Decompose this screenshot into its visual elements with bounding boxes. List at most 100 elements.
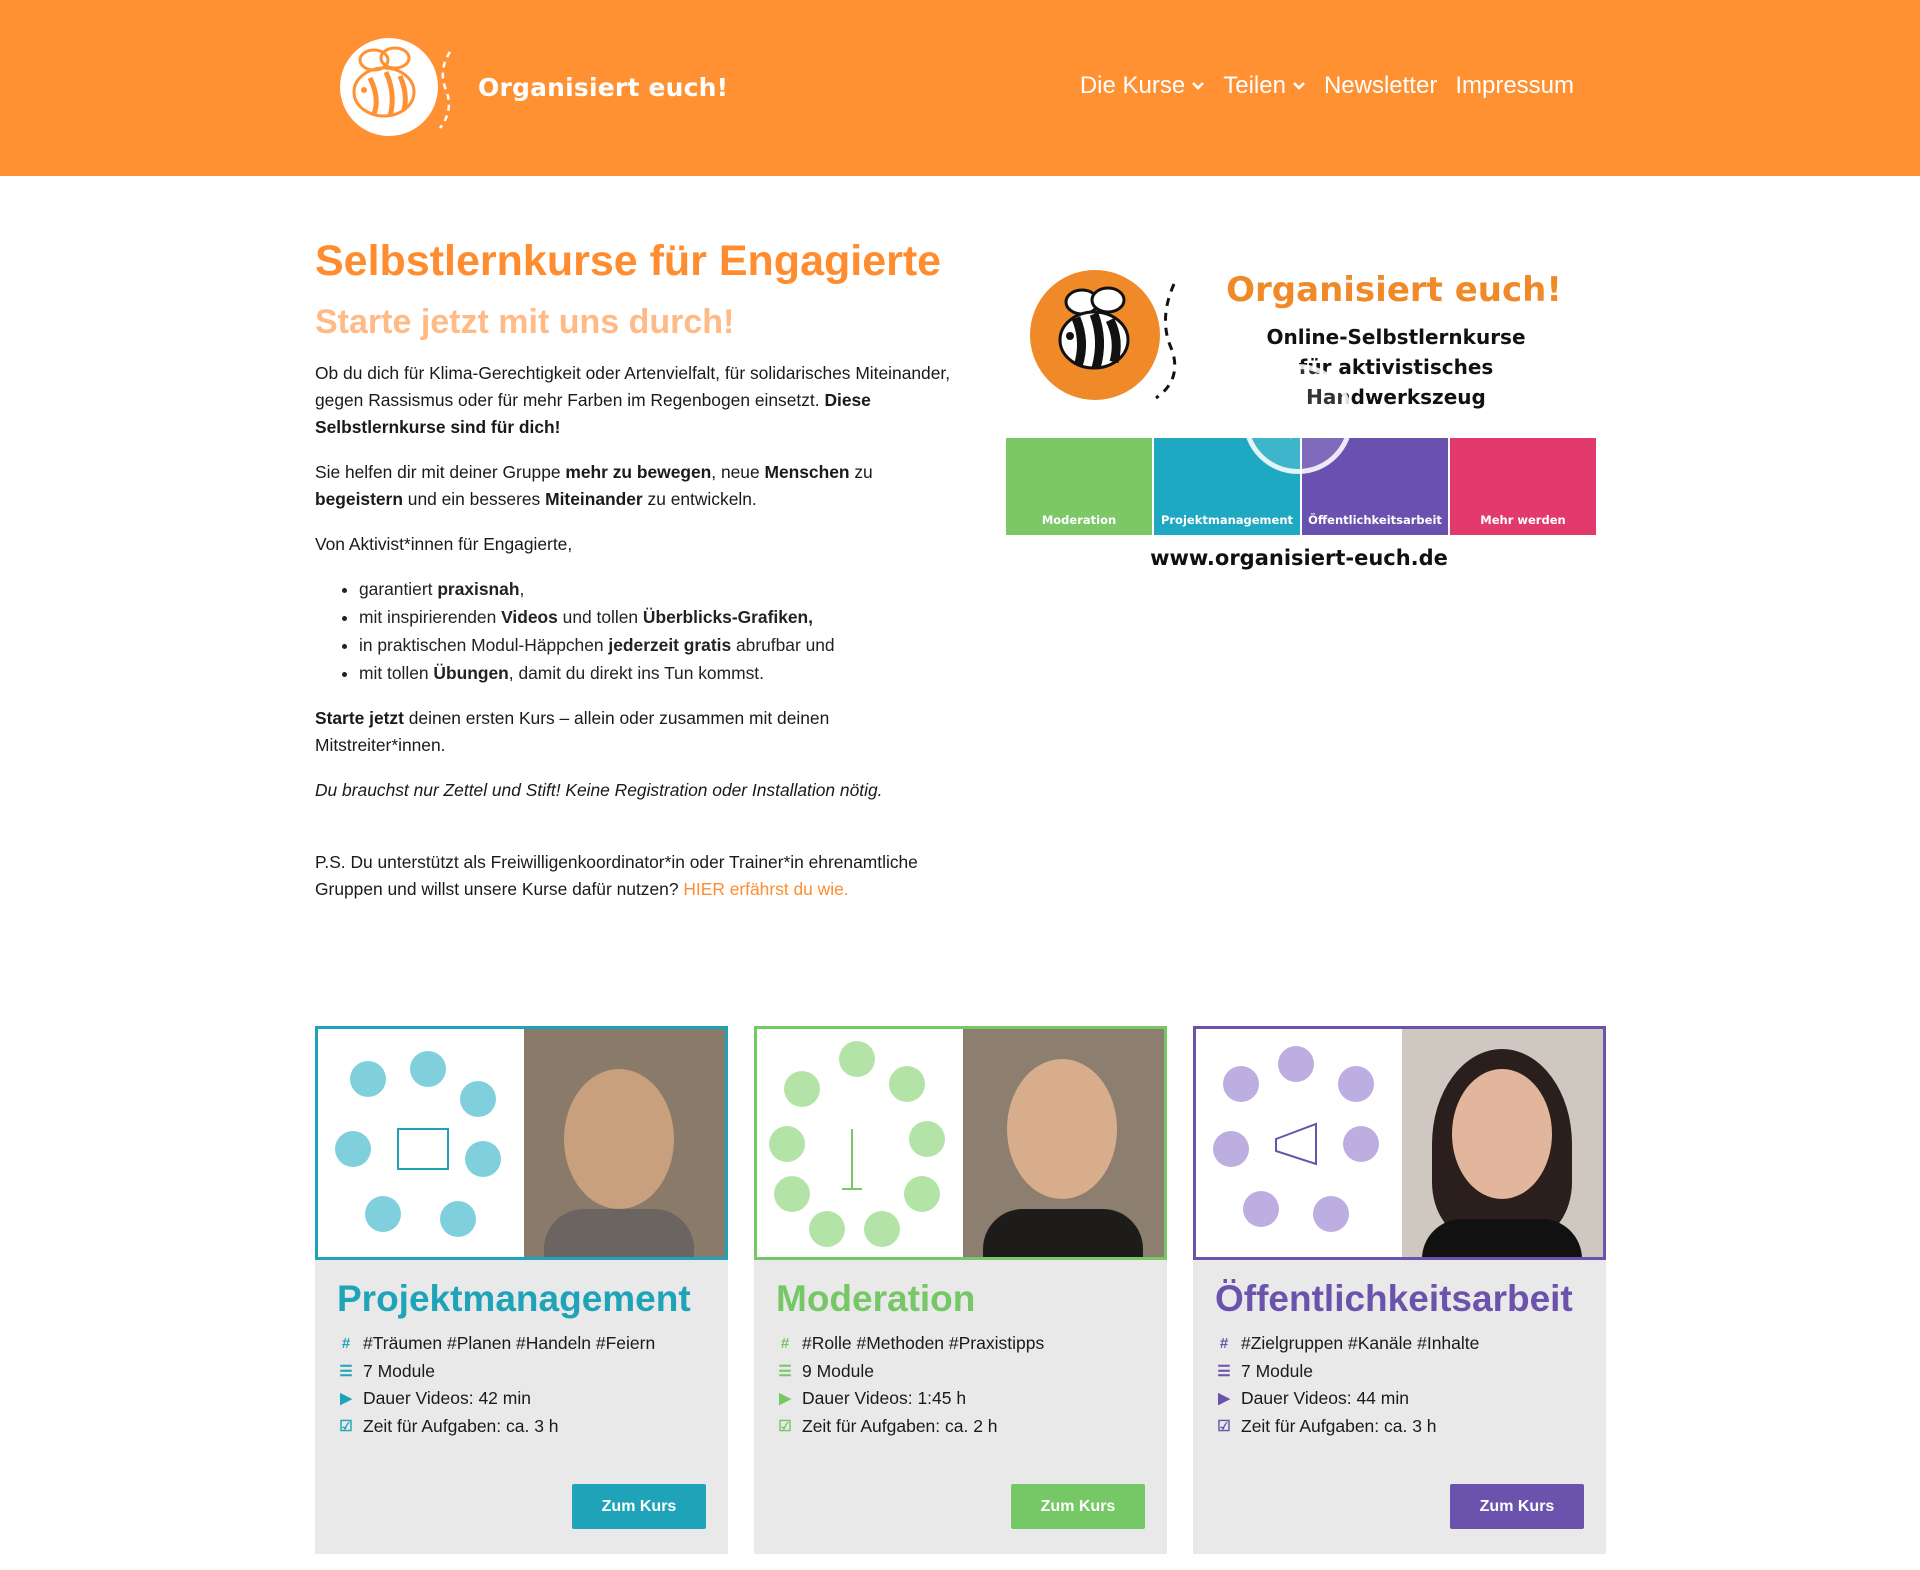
video-url: www.organisiert-euch.de [1150, 546, 1448, 570]
text: abrufbar und [731, 635, 835, 655]
text: Dauer Videos: 42 min [363, 1388, 531, 1408]
zum-kurs-button[interactable]: Zum Kurs [1450, 1484, 1584, 1529]
tile-label: Mehr werden [1480, 513, 1566, 527]
play-button-icon[interactable] [1243, 364, 1353, 474]
nav-teilen[interactable]: Teilen [1223, 72, 1306, 100]
text: zu entwickeln. [642, 489, 757, 509]
list-item: in praktischen Modul-Häppchen jederzeit … [359, 631, 955, 659]
course-meta: # #Zielgruppen #Kanäle #Inhalte ☰ 7 Module… [1217, 1330, 1479, 1440]
bee-logo-icon [340, 38, 438, 136]
meta-modules: ☰ 7 Module [339, 1358, 655, 1386]
intro-paragraph-2: Sie helfen dir mit deiner Gruppe mehr zu… [315, 459, 955, 513]
course-meta: # #Träumen #Planen #Handeln #Feiern ☰ 7 Mo… [339, 1330, 655, 1440]
intro-video[interactable]: Organisiert euch! Online-Selbstlernkurse… [1006, 260, 1596, 580]
meta-modules: ☰ 7 Module [1217, 1358, 1479, 1386]
text: #Träumen #Planen #Handeln #Feiern [363, 1333, 656, 1353]
meta-tasks: ☑ Zeit für Aufgaben: ca. 3 h [339, 1413, 655, 1441]
meta-videos: ▶ Dauer Videos: 1:45 h [778, 1385, 1044, 1413]
text: #Zielgruppen #Kanäle #Inhalte [1241, 1333, 1480, 1353]
text: mit inspirierenden [359, 607, 502, 627]
meta-tags: # #Rolle #Methoden #Praxistipps [778, 1330, 1044, 1358]
course-title: Projektmanagement [337, 1278, 691, 1319]
text: #Rolle #Methoden #Praxistipps [802, 1333, 1045, 1353]
intro-paragraph-ps: P.S. Du unterstützt als Freiwilligenkoor… [315, 849, 955, 903]
zum-kurs-button[interactable]: Zum Kurs [1011, 1484, 1145, 1529]
checklist-icon: ☑ [1217, 1417, 1231, 1435]
tile-label: Moderation [1041, 513, 1117, 527]
text: und tollen [557, 607, 643, 627]
page-subtitle: Starte jetzt mit uns durch! [315, 303, 735, 341]
meta-videos: ▶ Dauer Videos: 44 min [1217, 1385, 1479, 1413]
meta-modules: ☰ 9 Module [778, 1358, 1044, 1386]
emphasis: Videos [501, 607, 558, 627]
play-icon: ▶ [779, 1390, 791, 1407]
text: , damit du direkt ins Tun kommst. [508, 663, 764, 683]
text: , [519, 579, 525, 599]
emphasis: praxisnah [437, 579, 520, 599]
course-overview-graphic [757, 1029, 963, 1257]
text: 7 Module [1241, 1360, 1313, 1381]
course-card-projektmanagement: Projektmanagement # #Träumen #Planen #Han… [315, 1026, 728, 1554]
emphasis: begeistern [315, 489, 403, 509]
emphasis: Menschen [764, 462, 850, 482]
video-title: Organisiert euch! [1226, 270, 1562, 310]
course-image [315, 1026, 728, 1260]
checklist-icon: ☑ [778, 1417, 792, 1435]
main-nav: Die Kurse Teilen Newsletter Impressum [1080, 72, 1574, 100]
nav-newsletter[interactable]: Newsletter [1324, 72, 1437, 100]
nav-label: Newsletter [1323, 72, 1438, 99]
text: 7 Module [363, 1360, 435, 1381]
text: 9 Module [802, 1360, 874, 1381]
chevron-down-icon [1293, 82, 1305, 90]
zum-kurs-button[interactable]: Zum Kurs [572, 1484, 706, 1529]
text: garantiert [359, 579, 438, 599]
course-card-oeffentlichkeitsarbeit: Öffentlichkeitsarbeit # #Zielgruppen #Kan… [1193, 1026, 1606, 1554]
text: in praktischen Modul-Häppchen [359, 635, 609, 655]
course-image [754, 1026, 1167, 1260]
video-subtitle-line: Online-Selbstlernkurse [1266, 325, 1526, 349]
text: Zeit für Aufgaben: ca. 2 h [802, 1415, 998, 1436]
tile-moderation: Moderation [1006, 438, 1152, 535]
course-overview-graphic [1196, 1029, 1402, 1257]
instructor-photo [1402, 1029, 1603, 1257]
hier-link[interactable]: HIER erfährst du wie. [683, 879, 848, 899]
emphasis: Übungen [433, 663, 509, 683]
meta-videos: ▶ Dauer Videos: 42 min [339, 1385, 655, 1413]
checklist-icon: ☑ [339, 1417, 353, 1435]
dashed-flight-path-icon [1155, 283, 1177, 400]
text: mit tollen [359, 663, 434, 683]
bee-icon [1030, 270, 1160, 400]
instructor-photo [963, 1029, 1164, 1257]
hashtag-icon: # [341, 1335, 351, 1352]
nav-label: Impressum [1455, 72, 1574, 99]
text: Zeit für Aufgaben: ca. 3 h [1241, 1415, 1437, 1436]
instructor-photo [524, 1029, 725, 1257]
tile-label: Öffentlichkeitsarbeit [1308, 513, 1442, 527]
list-icon: ☰ [1217, 1362, 1231, 1380]
text: , neue [711, 462, 765, 482]
meta-tasks: ☑ Zeit für Aufgaben: ca. 2 h [778, 1413, 1044, 1441]
nav-label: Teilen [1223, 72, 1286, 99]
nav-impressum[interactable]: Impressum [1455, 72, 1574, 100]
text: Dauer Videos: 1:45 h [802, 1388, 967, 1408]
emphasis: Überblicks-Grafiken, [642, 607, 814, 627]
list-icon: ☰ [339, 1362, 353, 1380]
meta-tags: # #Träumen #Planen #Handeln #Feiern [339, 1330, 655, 1358]
intro-paragraph-3: Von Aktivist*innen für Engagierte, [315, 534, 573, 554]
meta-tags: # #Zielgruppen #Kanäle #Inhalte [1217, 1330, 1480, 1358]
site-logo[interactable]: Organisiert euch! [340, 38, 728, 136]
emphasis: Miteinander [545, 489, 643, 509]
page-title: Selbstlernkurse für Engagierte [315, 237, 942, 285]
course-title: Moderation [776, 1278, 976, 1319]
list-item: mit inspirierenden Videos und tollen Übe… [359, 603, 955, 631]
benefits-list: garantiert praxisnah, mit inspirierenden… [359, 575, 955, 687]
intro-paragraph-4: Starte jetzt deinen ersten Kurs – allein… [315, 705, 955, 759]
course-card-moderation: Moderation # #Rolle #Methoden #Praxistipp… [754, 1026, 1167, 1554]
course-overview-graphic [318, 1029, 524, 1257]
dashed-flight-path-icon [439, 51, 452, 129]
nav-die-kurse[interactable]: Die Kurse [1080, 72, 1205, 100]
text: zu [849, 462, 873, 482]
text: Zeit für Aufgaben: ca. 3 h [363, 1415, 559, 1436]
hashtag-icon: # [1219, 1335, 1229, 1352]
course-image [1193, 1026, 1606, 1260]
